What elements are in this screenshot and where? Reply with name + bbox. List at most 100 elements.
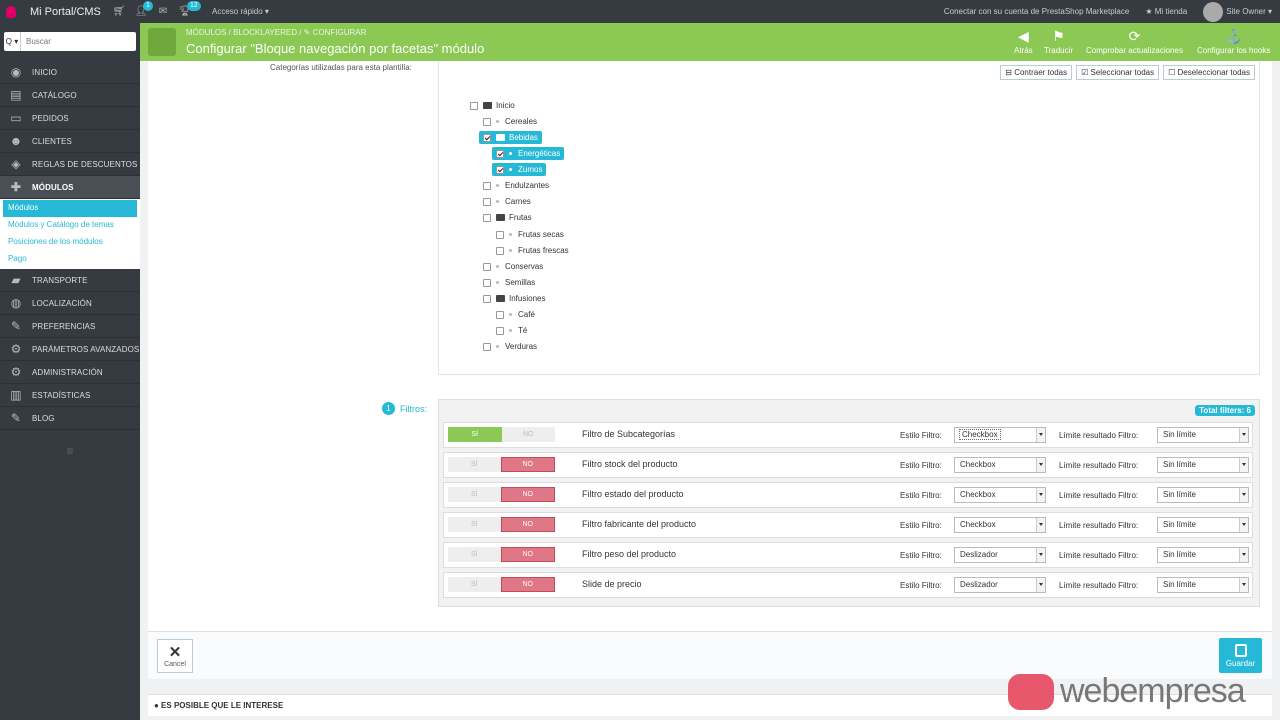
tree-node[interactable]: Té	[496, 324, 527, 337]
breadcrumb[interactable]: MÓDULOS / BLOCKLAYERED / ✎ CONFIGURAR	[186, 28, 366, 37]
checkbox[interactable]	[483, 342, 491, 351]
sidebar-item-modulos[interactable]: ✚ MÓDULOS	[0, 176, 140, 199]
sidebar-item-transporte[interactable]: ▰ TRANSPORTE	[0, 269, 140, 292]
filter-style-select[interactable]: Deslizador	[954, 577, 1046, 593]
shop-name[interactable]: Mi Portal/CMS	[22, 6, 108, 18]
sidebar-item-descuentos[interactable]: ◈ REGLAS DE DESCUENTOS	[0, 153, 140, 176]
toggle-yes[interactable]: SÍ	[448, 457, 501, 472]
sidebar-item-administracion[interactable]: ⚙ ADMINISTRACIÓN	[0, 361, 140, 384]
checkbox-checked[interactable]	[483, 133, 491, 142]
filter-limit-select[interactable]: Sin límite	[1157, 577, 1249, 593]
back-button[interactable]: ◀ Atrás	[1014, 26, 1033, 55]
checkbox[interactable]	[483, 262, 491, 271]
checkbox[interactable]	[496, 326, 504, 335]
select-all-button[interactable]: ☑ Seleccionar todas	[1076, 65, 1160, 80]
toggle-no[interactable]: NO	[501, 427, 555, 442]
sidebar-item-blog[interactable]: ✎ BLOG	[0, 407, 140, 430]
submenu-pago[interactable]: Pago	[0, 251, 140, 268]
tree-node-selected[interactable]: Zumos	[492, 163, 547, 176]
cancel-button[interactable]: ✕ Cancel	[157, 639, 193, 673]
toggle-no[interactable]: NO	[500, 547, 555, 562]
configure-hooks-button[interactable]: ⚓ Configurar los hooks	[1197, 26, 1270, 55]
sidebar-item-clientes[interactable]: ☻ CLIENTES	[0, 130, 140, 153]
filter-limit-select[interactable]: Sin límite	[1157, 517, 1249, 533]
toggle-no[interactable]: NO	[500, 487, 555, 502]
marketplace-connect-link[interactable]: Conectar con su cuenta de PrestaShop Mar…	[936, 7, 1137, 16]
filter-style-select[interactable]: Checkbox	[954, 457, 1046, 473]
toggle-no[interactable]: NO	[500, 577, 555, 592]
sidebar-item-estadisticas[interactable]: ▥ ESTADÍSTICAS	[0, 384, 140, 407]
save-button[interactable]: Guardar	[1219, 638, 1262, 673]
sidebar-item-parametros[interactable]: ⚙ PARÁMETROS AVANZADOS	[0, 338, 140, 361]
filter-style-select[interactable]: Checkbox	[954, 487, 1046, 503]
toggle-no[interactable]: NO	[500, 457, 555, 472]
submenu-modulos-catalogo[interactable]: Módulos y Catálogo de temas	[0, 217, 140, 234]
submenu-modulos[interactable]: Módulos	[3, 200, 137, 217]
tree-node[interactable]: Conservas	[483, 260, 543, 273]
tree-node[interactable]: Café	[496, 308, 535, 321]
checkbox[interactable]	[483, 278, 491, 287]
deselect-all-button[interactable]: ☐ Deseleccionar todas	[1163, 65, 1255, 80]
checkbox[interactable]	[483, 294, 491, 303]
sidebar-item-localizacion[interactable]: ◍ LOCALIZACIÓN	[0, 292, 140, 315]
enable-toggle[interactable]: SÍ NO	[448, 487, 555, 502]
enable-toggle[interactable]: SÍ NO	[448, 577, 555, 592]
sidebar-collapse-icon[interactable]: ≡	[0, 444, 140, 458]
my-shop-link[interactable]: ★ Mi tienda	[1137, 7, 1195, 16]
checkbox[interactable]	[470, 101, 478, 110]
sidebar-item-pedidos[interactable]: ▭ PEDIDOS	[0, 107, 140, 130]
filter-style-select[interactable]: Checkbox	[954, 517, 1046, 533]
checkbox[interactable]	[496, 246, 504, 255]
enable-toggle[interactable]: SÍ NO	[448, 427, 555, 442]
toggle-yes[interactable]: SÍ	[448, 577, 501, 592]
tree-node[interactable]: Frutas frescas	[496, 244, 569, 257]
toggle-yes[interactable]: SÍ	[448, 547, 501, 562]
tree-node[interactable]: Infusiones	[483, 292, 545, 305]
tree-node[interactable]: Carnes	[483, 195, 531, 208]
translate-button[interactable]: ⚑ Traducir	[1044, 26, 1073, 55]
enable-toggle[interactable]: SÍ NO	[448, 517, 555, 532]
tree-node[interactable]: Cereales	[483, 115, 537, 128]
submenu-posiciones[interactable]: Posiciones de los módulos	[0, 234, 140, 251]
checkbox[interactable]	[496, 310, 504, 319]
toggle-no[interactable]: NO	[500, 517, 555, 532]
toggle-yes[interactable]: SÍ	[448, 487, 501, 502]
toggle-yes[interactable]: SÍ	[448, 427, 502, 442]
filter-limit-select[interactable]: Sin límite	[1157, 487, 1249, 503]
sidebar-item-catalogo[interactable]: ▤ CATÁLOGO	[0, 84, 140, 107]
search-type-button[interactable]: Q ▾	[4, 32, 21, 51]
customers-icon[interactable]: 👤︎ 1	[130, 0, 153, 23]
cart-icon[interactable]: 🛒︎	[108, 0, 130, 23]
filter-limit-select[interactable]: Sin límite	[1157, 427, 1249, 443]
toggle-yes[interactable]: SÍ	[448, 517, 501, 532]
prestashop-logo[interactable]	[0, 0, 22, 23]
checkbox-checked[interactable]	[496, 165, 504, 174]
collapse-all-button[interactable]: ⊟ Contraer todas	[1000, 65, 1073, 80]
tree-node[interactable]: Inicio	[470, 99, 515, 112]
tree-node[interactable]: Verduras	[483, 340, 537, 353]
check-updates-button[interactable]: ⟳ Comprobar actualizaciones	[1086, 26, 1183, 55]
trophy-icon[interactable]: 🏆︎ 12	[174, 0, 201, 23]
checkbox[interactable]	[483, 213, 491, 222]
checkbox[interactable]	[483, 197, 491, 206]
tree-node-selected[interactable]: Energéticas	[492, 147, 565, 160]
tree-node[interactable]: Frutas	[483, 211, 532, 224]
enable-toggle[interactable]: SÍ NO	[448, 547, 555, 562]
checkbox[interactable]	[496, 230, 504, 239]
search-input[interactable]	[21, 32, 136, 51]
checkbox[interactable]	[483, 181, 491, 190]
filter-style-select[interactable]: Deslizador	[954, 547, 1046, 563]
tree-node[interactable]: Endulzantes	[483, 179, 549, 192]
enable-toggle[interactable]: SÍ NO	[448, 457, 555, 472]
sidebar-item-preferencias[interactable]: ✎ PREFERENCIAS	[0, 315, 140, 338]
checkbox-checked[interactable]	[496, 149, 504, 158]
user-menu[interactable]: Site Owner ▾	[1195, 1, 1280, 22]
tree-node-selected[interactable]: Bebidas	[479, 131, 542, 144]
tree-node[interactable]: Semillas	[483, 276, 535, 289]
filter-style-select[interactable]: Checkbox	[954, 427, 1046, 443]
filter-limit-select[interactable]: Sin límite	[1157, 457, 1249, 473]
tree-node[interactable]: Frutas secas	[496, 228, 564, 241]
filter-limit-select[interactable]: Sin límite	[1157, 547, 1249, 563]
sidebar-item-inicio[interactable]: ◉ INICIO	[0, 61, 140, 84]
messages-icon[interactable]: ✉	[152, 0, 174, 23]
